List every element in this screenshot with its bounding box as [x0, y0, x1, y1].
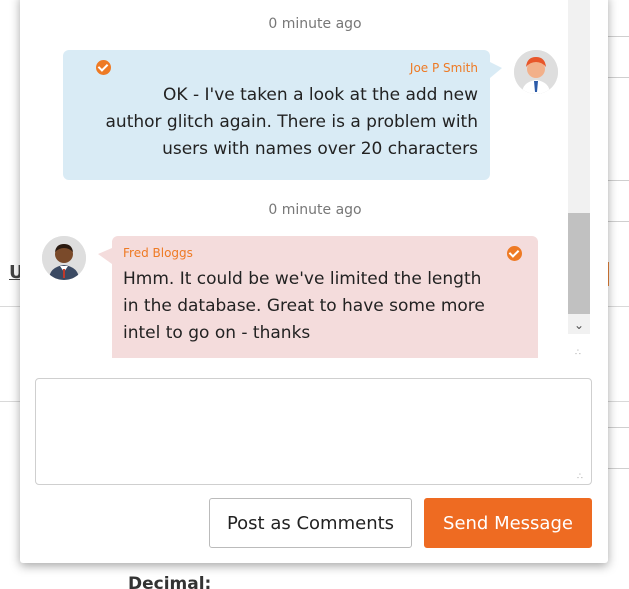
message-line: Hmm. It could be we've limited the lengt… — [123, 269, 482, 289]
resize-grip-icon[interactable]: ∴ — [577, 472, 587, 482]
resize-grip-icon[interactable]: ∴ — [575, 348, 585, 358]
bubble-tail — [98, 248, 112, 264]
check-circle-icon — [96, 60, 111, 75]
message-line: intel to go on - thanks — [123, 323, 311, 343]
message-timestamp: 0 minute ago — [268, 202, 362, 218]
chat-panel: 0 minute ago Joe P Smith OK - I've taken… — [20, 0, 608, 563]
check-circle-icon — [507, 246, 522, 261]
bubble-tail — [490, 62, 502, 78]
message-line: author glitch again. There is a problem … — [105, 112, 479, 132]
post-as-comments-button[interactable]: Post as Comments — [209, 498, 412, 548]
avatar-joe-p-smith — [514, 50, 558, 94]
message-sender: Fred Bloggs — [123, 246, 193, 260]
message-bubble-outgoing: Joe P Smith OK - I've taken a look at th… — [63, 50, 490, 180]
message-sender: Joe P Smith — [409, 61, 478, 75]
message-timestamp: 0 minute ago — [268, 16, 362, 32]
background-decimal-label: Decimal: — [128, 574, 212, 589]
message-list-scrollbar[interactable]: ⌄ — [568, 0, 590, 334]
message-line: users with names over 20 characters — [162, 139, 478, 159]
avatar-fred-bloggs — [42, 236, 86, 280]
send-message-button[interactable]: Send Message — [424, 498, 592, 548]
message-line: in the database. Great to have some more — [123, 296, 485, 316]
scroll-down-arrow-icon[interactable]: ⌄ — [568, 318, 590, 332]
message-list[interactable]: 0 minute ago Joe P Smith OK - I've taken… — [20, 0, 590, 358]
message-bubble-incoming: Fred Bloggs Hmm. It could be we've limit… — [112, 236, 538, 358]
message-line: OK - I've taken a look at the add new — [163, 85, 478, 105]
message-input[interactable] — [35, 378, 592, 485]
scrollbar-thumb[interactable] — [568, 213, 590, 314]
